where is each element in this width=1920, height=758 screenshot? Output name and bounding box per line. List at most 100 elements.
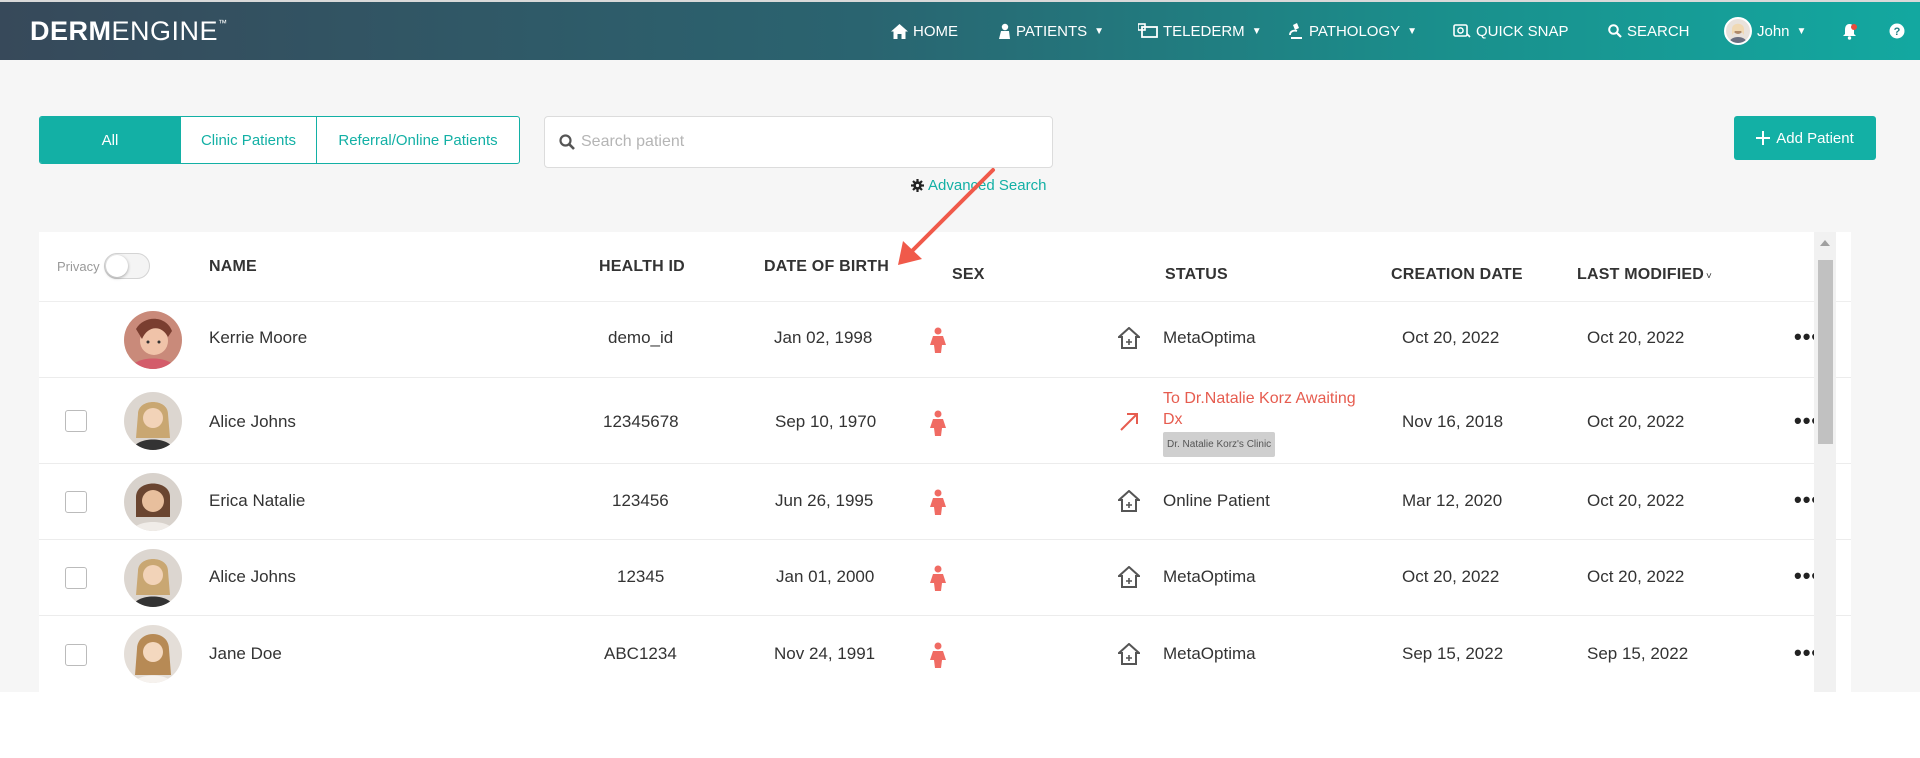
nav-pathology[interactable]: PATHOLOGY ▼	[1286, 20, 1417, 42]
status-text: MetaOptima	[1163, 644, 1256, 663]
date-of-birth: Jan 01, 2000	[776, 567, 875, 586]
last-modified-date: Oct 20, 2022	[1587, 412, 1685, 431]
table-scrollbar[interactable]	[1814, 232, 1836, 692]
row-checkbox[interactable]	[65, 491, 87, 513]
add-patient-button[interactable]: Add Patient	[1734, 116, 1876, 160]
health-id: 123456	[612, 491, 669, 510]
patient-name[interactable]: Alice Johns	[209, 567, 296, 587]
nav-home-label: HOME	[913, 22, 958, 40]
nav-quick-snap-label: QUICK SNAP	[1476, 22, 1569, 40]
header-last-modified-label: LAST MODIFIED	[1577, 266, 1705, 283]
filter-all[interactable]: All	[40, 117, 181, 163]
chevron-down-icon: ▼	[1094, 25, 1105, 37]
logo-bold-text: DERM	[30, 16, 112, 46]
nav-search-label: SEARCH	[1627, 22, 1690, 40]
sort-descending-icon: ˅	[1706, 271, 1713, 282]
search-icon	[1608, 24, 1622, 38]
health-id: 12345678	[603, 412, 679, 431]
nav-telederm[interactable]: TELEDERM ▼	[1138, 20, 1262, 42]
status-text: MetaOptima	[1163, 567, 1256, 586]
search-patient-box	[544, 116, 1053, 168]
header-name[interactable]: NAME	[209, 258, 257, 276]
referral-status: To Dr.Natalie Korz Awaiting Dx Dr. Natal…	[1163, 388, 1356, 457]
svg-text:?: ?	[1894, 26, 1901, 38]
table-row[interactable]: Alice Johns 12345 Jan 01, 2000 MetaOptim…	[39, 540, 1851, 616]
row-checkbox[interactable]	[65, 644, 87, 666]
row-checkbox[interactable]	[65, 410, 87, 432]
nav-pathology-label: PATHOLOGY	[1309, 22, 1401, 40]
creation-date: Nov 16, 2018	[1402, 412, 1504, 431]
nav-home[interactable]: HOME	[891, 20, 958, 42]
nav-search[interactable]: SEARCH	[1608, 20, 1690, 42]
patient-filter-tabs: All Clinic Patients Referral/Online Pati…	[39, 116, 520, 164]
help-button[interactable]: ?	[1889, 20, 1905, 42]
table-header: Privacy NAME HEALTH ID DATE OF BIRTH SEX…	[39, 232, 1851, 302]
patient-avatar	[124, 392, 182, 450]
filter-referral-online-patients[interactable]: Referral/Online Patients	[317, 117, 519, 163]
logo-trademark: ™	[218, 18, 228, 28]
female-icon	[930, 642, 946, 668]
date-of-birth: Sep 10, 1970	[775, 412, 877, 431]
last-modified-date: Oct 20, 2022	[1587, 567, 1685, 586]
header-last-modified[interactable]: LAST MODIFIED ˅	[1577, 266, 1712, 284]
creation-date: Oct 20, 2022	[1402, 567, 1500, 586]
patient-table: Privacy NAME HEALTH ID DATE OF BIRTH SEX…	[39, 232, 1851, 692]
health-id: demo_id	[608, 328, 674, 347]
patient-avatar	[124, 473, 182, 531]
logo-light-text: ENGINE	[111, 16, 219, 46]
table-row[interactable]: Jane Doe ABC1234 Nov 24, 1991 MetaOptima…	[39, 616, 1851, 692]
bell-icon	[1843, 23, 1857, 40]
patient-name[interactable]: Erica Natalie	[209, 491, 305, 511]
user-menu[interactable]: John ▼	[1724, 17, 1806, 45]
privacy-toggle[interactable]	[103, 253, 150, 279]
patient-name[interactable]: Alice Johns	[209, 412, 296, 432]
add-patient-label: Add Patient	[1776, 129, 1854, 147]
table-row[interactable]: Erica Natalie 123456 Jun 26, 1995 Online…	[39, 464, 1851, 540]
house-icon	[1118, 566, 1140, 588]
table-row[interactable]: Kerrie Moore demo_id Jan 02, 1998 MetaOp…	[39, 302, 1851, 378]
referral-status-line1: To Dr.Natalie Korz Awaiting	[1163, 390, 1356, 407]
top-navigation-bar: DERMENGINE™ HOME PATIENTS ▼ TELEDERM ▼ PAT…	[0, 0, 1920, 60]
creation-date: Sep 15, 2022	[1402, 644, 1504, 663]
chevron-down-icon: ▼	[1796, 25, 1807, 37]
header-health-id[interactable]: HEALTH ID	[599, 258, 685, 276]
advanced-search-link[interactable]: Advanced Search	[911, 177, 1046, 194]
notifications-button[interactable]	[1841, 20, 1858, 42]
nav-patients-label: PATIENTS	[1016, 22, 1088, 40]
dermengine-logo[interactable]: DERMENGINE™	[30, 16, 228, 47]
table-row[interactable]: Alice Johns 12345678 Sep 10, 1970 To Dr.…	[39, 378, 1851, 464]
nav-patients[interactable]: PATIENTS ▼	[997, 20, 1104, 42]
header-status[interactable]: STATUS	[1165, 266, 1228, 284]
health-id: 12345	[617, 567, 665, 586]
patient-name[interactable]: Jane Doe	[209, 644, 282, 664]
patient-avatar	[124, 311, 182, 369]
home-icon	[891, 23, 908, 39]
chevron-down-icon: ▼	[1407, 25, 1418, 37]
creation-date: Oct 20, 2022	[1402, 328, 1500, 347]
help-icon: ?	[1889, 23, 1905, 39]
patient-avatar	[124, 549, 182, 607]
female-icon	[930, 489, 946, 515]
date-of-birth: Jun 26, 1995	[775, 491, 874, 510]
clinic-tag: Dr. Natalie Korz's Clinic	[1163, 432, 1276, 457]
header-date-of-birth[interactable]: DATE OF BIRTH	[764, 258, 889, 276]
patient-list-page: All Clinic Patients Referral/Online Pati…	[0, 60, 1920, 692]
filter-clinic-patients[interactable]: Clinic Patients	[181, 117, 317, 163]
patient-name[interactable]: Kerrie Moore	[209, 328, 307, 348]
gear-icon	[911, 179, 924, 192]
last-modified-date: Oct 20, 2022	[1587, 491, 1685, 510]
date-of-birth: Nov 24, 1991	[774, 644, 876, 663]
search-patient-input[interactable]	[581, 133, 1021, 151]
nav-quick-snap[interactable]: QUICK SNAP	[1453, 20, 1569, 42]
header-sex[interactable]: SEX	[952, 266, 985, 284]
user-name: John	[1757, 22, 1790, 40]
chevron-down-icon: ▼	[1251, 25, 1262, 37]
privacy-toggle-group: Privacy	[57, 253, 150, 279]
row-checkbox[interactable]	[65, 567, 87, 589]
scrollbar-thumb[interactable]	[1818, 260, 1833, 444]
header-creation-date[interactable]: CREATION DATE	[1391, 266, 1523, 284]
house-icon	[1118, 490, 1140, 512]
last-modified-date: Oct 20, 2022	[1587, 328, 1685, 347]
female-icon	[930, 327, 946, 353]
scroll-up-arrow-icon[interactable]	[1820, 240, 1830, 246]
